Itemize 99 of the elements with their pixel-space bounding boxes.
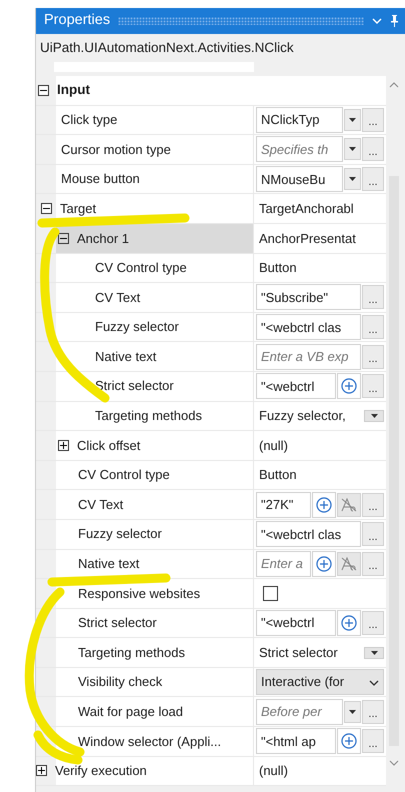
- chevron-down-icon[interactable]: [372, 17, 382, 25]
- text-style-icon: [341, 498, 357, 512]
- expand-icon[interactable]: [36, 765, 47, 776]
- pin-icon[interactable]: [390, 15, 399, 27]
- value-field[interactable]: "<webctrl: [256, 373, 336, 400]
- ellipsis-button[interactable]: ...: [362, 552, 384, 576]
- property-label: Native text: [78, 555, 140, 574]
- dropdown-arrow-icon: [370, 650, 378, 655]
- dropdown-arrow-icon: [349, 118, 356, 122]
- dropdown-arrow-icon: [349, 147, 356, 152]
- select-dropdown[interactable]: Interactive (for: [256, 669, 384, 696]
- dropdown-button[interactable]: [344, 700, 361, 723]
- property-label: Native text: [95, 348, 156, 366]
- dropdown-button[interactable]: [344, 108, 361, 131]
- value-field[interactable]: "27K": [256, 492, 311, 518]
- property-label: CV Control type: [78, 466, 170, 484]
- text-style-icon: [341, 556, 357, 571]
- expand-icon[interactable]: [58, 440, 69, 451]
- scroll-up-icon[interactable]: [389, 81, 399, 88]
- ellipsis-button[interactable]: ...: [362, 315, 384, 340]
- property-label: Targeting methods: [78, 644, 185, 662]
- ellipsis-button[interactable]: ...: [362, 285, 384, 310]
- property-name-cell[interactable]: Verify execution: [36, 756, 253, 786]
- value-field[interactable]: Enter a VB exp: [256, 344, 361, 370]
- property-label: Target: [60, 200, 96, 218]
- property-label: Responsive websites: [78, 584, 200, 603]
- text-style-button[interactable]: [337, 492, 361, 517]
- title-bar-grip[interactable]: [118, 17, 364, 25]
- collapse-icon[interactable]: [58, 232, 69, 244]
- property-label: Mouse button: [61, 170, 140, 188]
- panel-title: Properties: [44, 11, 110, 30]
- ellipsis-button[interactable]: ...: [362, 522, 384, 546]
- dropdown-arrow-icon: [370, 414, 378, 418]
- plus-button[interactable]: [312, 550, 336, 577]
- plus-icon: [316, 496, 332, 513]
- ellipsis-button[interactable]: ...: [362, 167, 384, 192]
- ellipsis-button[interactable]: ...: [362, 610, 384, 635]
- property-value: Strict selector: [259, 644, 338, 662]
- text-style-button[interactable]: [337, 552, 361, 576]
- property-name-cell[interactable]: Input: [36, 76, 386, 105]
- value-field[interactable]: Enter a: [256, 550, 311, 577]
- property-label: Click type: [61, 111, 118, 130]
- ellipsis-button[interactable]: ...: [362, 108, 384, 132]
- value-field[interactable]: "<webctrl clas: [256, 314, 361, 340]
- plus-icon: [341, 614, 357, 631]
- property-label: Cursor motion type: [61, 140, 171, 159]
- property-label: Click offset: [77, 436, 140, 455]
- dropdown-button[interactable]: [364, 646, 384, 659]
- plus-button[interactable]: [337, 728, 361, 754]
- plus-icon: [316, 556, 332, 572]
- value-field[interactable]: "<webctrl: [256, 610, 336, 636]
- dropdown-button[interactable]: [344, 138, 361, 160]
- property-label: Visibility check: [78, 673, 162, 692]
- property-label: Fuzzy selector: [95, 318, 179, 336]
- value-field[interactable]: Specifies th: [256, 136, 343, 162]
- dropdown-button[interactable]: [364, 410, 384, 422]
- ellipsis-button[interactable]: ...: [362, 344, 384, 369]
- value-field[interactable]: "<webctrl clas: [256, 521, 361, 548]
- chevron-down-icon: [369, 680, 379, 686]
- property-label: Verify execution: [55, 762, 147, 780]
- property-value: TargetAnchorabl: [258, 200, 354, 218]
- property-value: Button: [258, 466, 297, 484]
- plus-button[interactable]: [312, 492, 336, 518]
- dropdown-arrow-icon: [349, 710, 356, 714]
- property-value: (null): [258, 762, 288, 780]
- value-field[interactable]: Before per: [256, 698, 343, 725]
- property-value: Button: [258, 259, 297, 278]
- checkbox[interactable]: [263, 586, 278, 601]
- property-label: CV Text: [95, 288, 140, 307]
- ellipsis-button[interactable]: ...: [362, 729, 384, 754]
- collapse-icon[interactable]: [41, 203, 52, 214]
- property-label: Fuzzy selector: [78, 525, 162, 544]
- collapse-icon[interactable]: [38, 84, 49, 96]
- ellipsis-button[interactable]: ...: [362, 374, 384, 398]
- plus-button[interactable]: [337, 610, 361, 636]
- property-label: CV Control type: [95, 259, 187, 278]
- value-field[interactable]: "Subscribe": [256, 284, 361, 310]
- property-value: Fuzzy selector,: [259, 407, 346, 426]
- property-label: Targeting methods: [95, 407, 202, 426]
- property-label: Strict selector: [78, 614, 157, 632]
- property-label: Window selector (Appli...: [78, 732, 222, 751]
- plus-button[interactable]: [337, 373, 361, 400]
- value-field[interactable]: NMouseBu: [256, 166, 343, 192]
- ellipsis-button[interactable]: ...: [362, 492, 384, 517]
- value-field[interactable]: "<html ap: [256, 728, 336, 754]
- ellipsis-button[interactable]: ...: [362, 137, 384, 162]
- ellipsis-button[interactable]: ...: [362, 700, 384, 724]
- property-label: Anchor 1: [77, 230, 130, 248]
- property-label: Input: [57, 81, 90, 100]
- value-field[interactable]: NClickTyp: [256, 106, 343, 133]
- property-label: CV Text: [78, 496, 124, 514]
- scroll-down-icon[interactable]: [389, 760, 399, 767]
- property-label: Wait for page load: [78, 703, 184, 722]
- property-value: AnchorPresentat: [258, 230, 356, 248]
- plus-icon: [341, 378, 357, 394]
- plus-icon: [341, 733, 357, 750]
- dropdown-arrow-icon: [349, 177, 356, 182]
- dropdown-button[interactable]: [344, 168, 361, 190]
- property-value: (null): [258, 436, 288, 455]
